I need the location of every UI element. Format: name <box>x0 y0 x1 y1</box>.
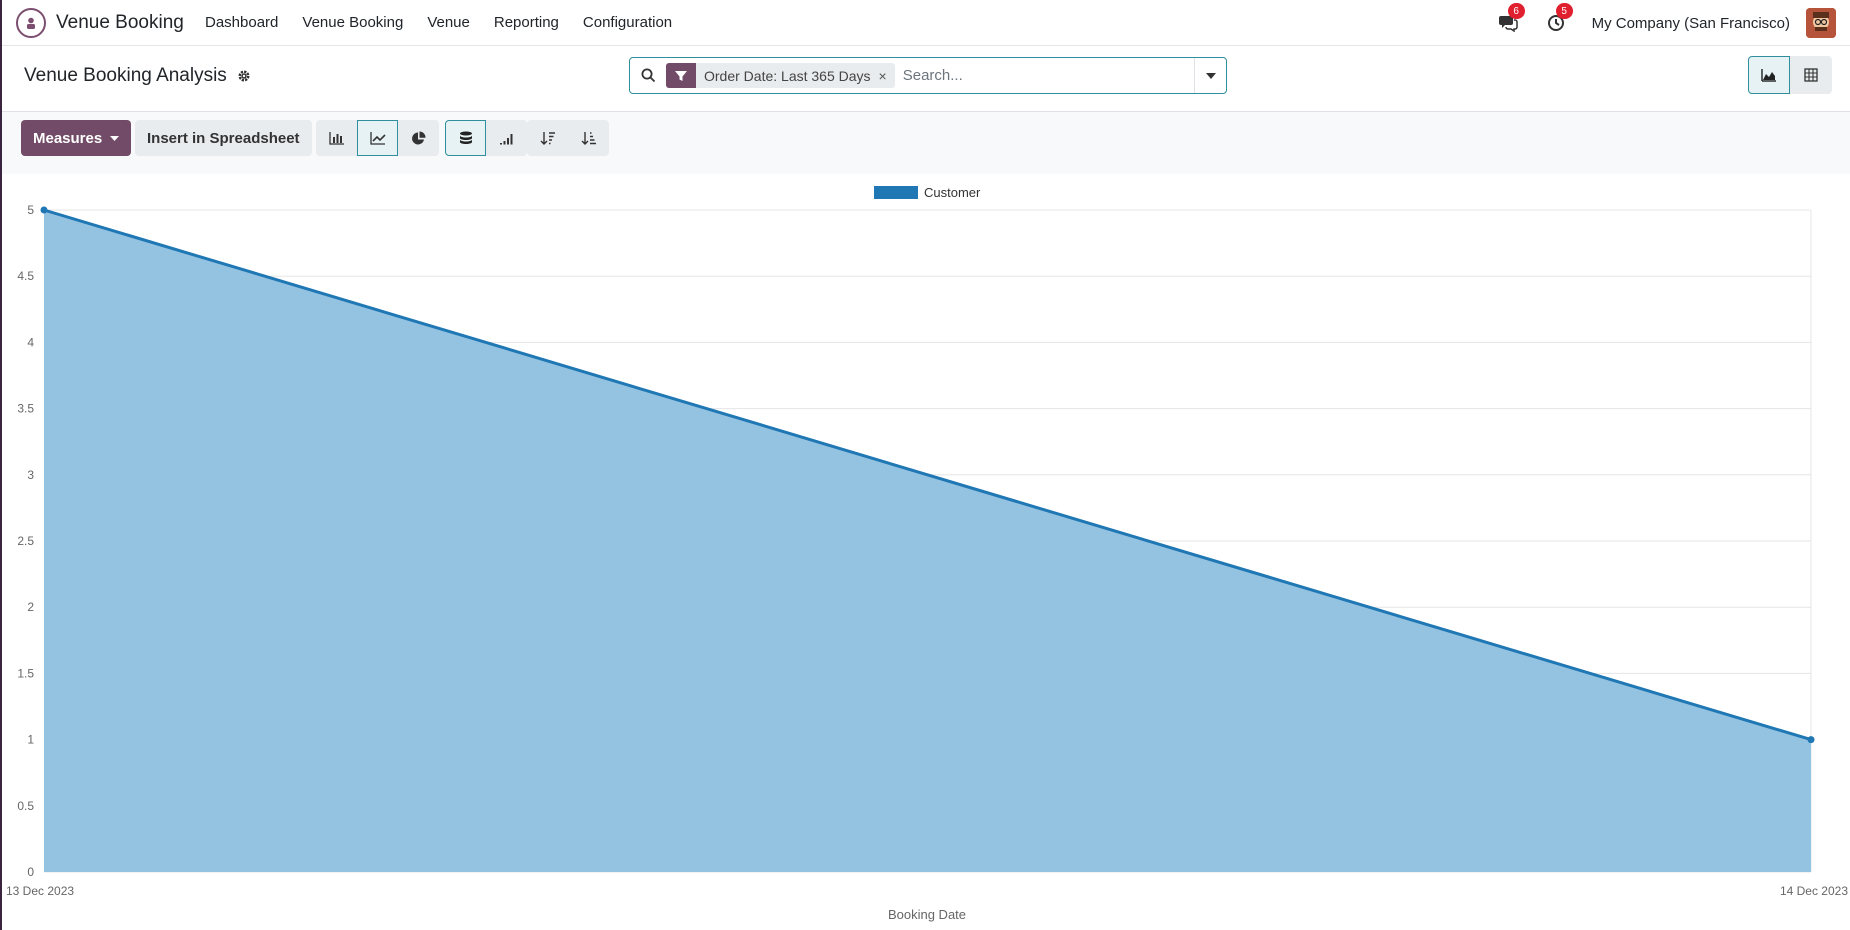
caret-down-icon <box>1205 72 1216 79</box>
measures-label: Measures <box>33 129 103 147</box>
view-switcher <box>1748 56 1832 94</box>
data-point[interactable] <box>1807 736 1815 744</box>
menu-item-venue[interactable]: Venue <box>427 14 470 31</box>
y-tick-label: 0 <box>27 865 34 879</box>
pivot-view-button[interactable] <box>1790 56 1832 94</box>
graph-toolbar: Measures Insert in Spreadsheet <box>2 112 1850 174</box>
measures-button[interactable]: Measures <box>21 120 132 156</box>
y-tick-label: 1.5 <box>17 666 34 680</box>
page-title-text: Venue Booking Analysis <box>24 65 227 86</box>
menu-item-reporting[interactable]: Reporting <box>494 14 559 31</box>
signal-icon <box>499 134 512 145</box>
graph-chart: 0 0.5 1 1.5 2 2.5 3 3.5 4 4.5 5 13 Dec 2023 14 Dec … <box>2 174 1850 930</box>
search-facet: Order Date: Last 365 Days × <box>666 63 895 88</box>
app-logo-icon[interactable] <box>16 8 46 38</box>
messages-badge: 6 <box>1507 3 1525 19</box>
y-tick-label: 1 <box>27 733 34 747</box>
filter-icon <box>666 63 696 88</box>
control-panel: Venue Booking Analysis Order Date: Last … <box>2 46 1850 112</box>
sort-ascending-button[interactable] <box>568 120 609 156</box>
y-tick-label: 3 <box>27 468 34 482</box>
menu-item-dashboard[interactable]: Dashboard <box>205 14 278 31</box>
facet-label: Order Date: Last 365 Days <box>704 67 871 84</box>
search-icon[interactable] <box>630 68 666 83</box>
bar-chart-button[interactable] <box>316 120 357 156</box>
menu-item-configuration[interactable]: Configuration <box>583 14 672 31</box>
y-tick-label: 3.5 <box>17 402 34 416</box>
y-tick-label: 0.5 <box>17 799 34 813</box>
area-chart: 0 0.5 1 1.5 2 2.5 3 3.5 4 4.5 5 13 Dec 2023 14 Dec … <box>6 185 1848 922</box>
page-title: Venue Booking Analysis <box>24 65 251 87</box>
y-tick-label: 4 <box>27 335 34 349</box>
main-menu: Dashboard Venue Booking Venue Reporting … <box>205 14 696 31</box>
sort-descending-icon <box>540 131 555 145</box>
menu-item-venue-booking[interactable]: Venue Booking <box>302 14 403 31</box>
systray: 6 5 My Company (San Francisco) <box>1496 0 1850 46</box>
pie-chart-button[interactable] <box>398 120 439 156</box>
search-options-toggle[interactable] <box>1194 58 1226 93</box>
database-icon <box>459 131 472 144</box>
stacked-button[interactable] <box>445 120 486 156</box>
app-name[interactable]: Venue Booking <box>56 12 184 34</box>
activities-badge: 5 <box>1555 3 1573 19</box>
activities-button[interactable]: 5 <box>1544 3 1573 35</box>
chart-type-group <box>316 120 439 156</box>
cumulative-button[interactable] <box>486 120 527 156</box>
caret-down-icon <box>110 135 120 141</box>
messages-button[interactable]: 6 <box>1496 3 1525 35</box>
chart-options-group <box>445 120 527 156</box>
search-input[interactable] <box>902 67 1194 84</box>
user-avatar[interactable] <box>1806 8 1836 38</box>
legend-label[interactable]: Customer <box>924 185 981 200</box>
y-tick-label: 2.5 <box>17 534 34 548</box>
search-bar: Order Date: Last 365 Days × <box>629 57 1227 94</box>
x-tick-label: 14 Dec 2023 <box>1780 884 1848 898</box>
sort-descending-button[interactable] <box>527 120 568 156</box>
table-icon <box>1804 68 1818 82</box>
y-tick-label: 2 <box>27 600 34 614</box>
pie-chart-icon <box>412 131 426 144</box>
legend-swatch[interactable] <box>874 186 918 199</box>
line-chart-icon <box>369 132 386 145</box>
x-axis-title: Booking Date <box>888 907 966 922</box>
sort-ascending-icon <box>581 131 596 145</box>
area-chart-icon <box>1761 69 1776 82</box>
top-navbar: Venue Booking Dashboard Venue Booking Ve… <box>2 0 1850 46</box>
gear-icon[interactable] <box>237 69 251 83</box>
y-tick-label: 5 <box>27 203 34 217</box>
bar-chart-icon <box>328 132 344 145</box>
graph-view-button[interactable] <box>1748 56 1790 94</box>
facet-remove-button[interactable]: × <box>879 68 895 84</box>
company-switcher[interactable]: My Company (San Francisco) <box>1592 15 1790 32</box>
x-tick-label: 13 Dec 2023 <box>6 884 74 898</box>
sort-group <box>527 120 609 156</box>
insert-in-spreadsheet-button[interactable]: Insert in Spreadsheet <box>135 120 312 156</box>
y-tick-label: 4.5 <box>17 269 34 283</box>
data-point[interactable] <box>40 206 48 214</box>
line-chart-button[interactable] <box>357 120 398 156</box>
